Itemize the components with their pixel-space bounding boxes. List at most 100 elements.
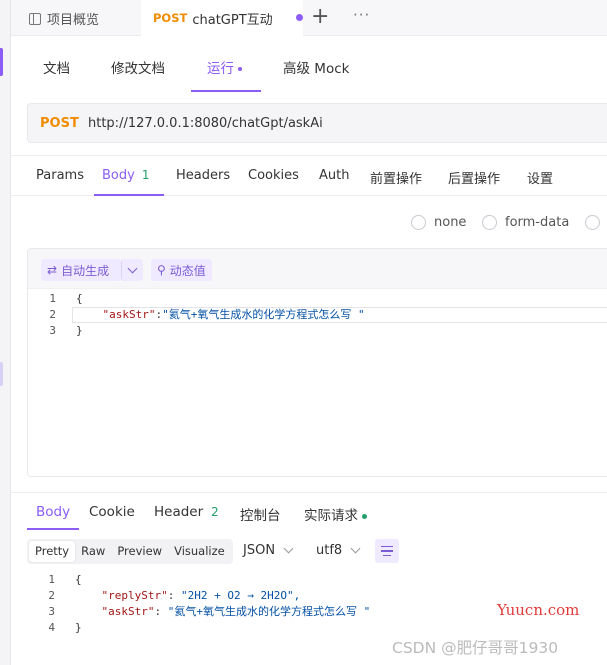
method-select[interactable]: POST <box>40 116 79 131</box>
subnav-edit-doc[interactable]: 修改文档 <box>111 57 165 77</box>
radio-label: none <box>434 215 467 230</box>
magic-wand-icon: ⚲ <box>157 263 166 277</box>
more-tabs-icon[interactable]: ··· <box>353 6 370 24</box>
editor-toolbar: ⇄ 自动生成 ⚲ 动态值 <box>28 249 607 289</box>
line-text: "replyStr": "2H2 + O2 → 2H2O", <box>75 588 301 604</box>
line-number: 1 <box>49 292 56 305</box>
view-visualize[interactable]: Visualize <box>168 541 231 562</box>
status-dot-icon <box>362 513 367 519</box>
tab-cookies[interactable]: Cookies <box>248 168 299 183</box>
line-text: } <box>75 620 82 636</box>
tab-settings[interactable]: 设置 <box>527 168 553 187</box>
view-pretty[interactable]: Pretty <box>29 541 76 562</box>
sidebar-active-marker <box>0 48 3 76</box>
top-tab-bar: 项目概览 POST chatGPT互动 + ··· <box>11 0 607 36</box>
radio-circle-icon <box>482 215 497 230</box>
subnav-run-label: 运行 <box>207 61 234 77</box>
radio-none[interactable]: none <box>411 215 466 230</box>
url-input[interactable]: http://127.0.0.1:8080/chatGpt/askAi <box>88 116 323 131</box>
wrap-lines-button[interactable] <box>375 539 399 563</box>
subnav-run[interactable]: 运行 <box>207 57 242 77</box>
line-number: 2 <box>49 308 56 321</box>
view-preview[interactable]: Preview <box>111 541 168 562</box>
tab-params[interactable]: Params <box>36 168 84 183</box>
code-punct: : <box>154 605 168 618</box>
subnav-doc[interactable]: 文档 <box>43 57 70 77</box>
body-type-options: none form-data <box>11 196 607 248</box>
res-tab-header[interactable]: Header 2 <box>154 504 219 520</box>
code-line: 1 { <box>27 572 607 588</box>
active-dot-icon <box>238 67 242 71</box>
auto-generate-dropdown[interactable] <box>121 259 143 281</box>
code-punct: } <box>76 324 83 337</box>
dynamic-value-button[interactable]: ⚲ 动态值 <box>151 259 212 281</box>
json-key: "askStr" <box>102 308 156 321</box>
tab-auth[interactable]: Auth <box>319 168 349 183</box>
add-tab-icon[interactable]: + <box>311 4 329 29</box>
radio-form-data[interactable]: form-data <box>482 215 569 230</box>
radio-circle-icon <box>411 215 426 230</box>
radio-next[interactable] <box>585 215 600 230</box>
res-tab-console[interactable]: 控制台 <box>240 504 281 524</box>
left-sidebar-edge <box>0 0 11 665</box>
body-count-badge: 1 <box>141 168 150 182</box>
code-punct: : <box>167 589 181 602</box>
chevron-down-icon <box>283 543 294 554</box>
line-text: { <box>75 572 82 588</box>
request-subnav: 文档 修改文档 运行 高级 Mock <box>11 36 607 92</box>
encoding-select[interactable]: utf8 <box>316 543 361 558</box>
code-line: 2 "askStr":"氦气+氧气生成水的化学方程式怎么写 " <box>28 307 607 323</box>
tab-label: chatGPT互动 <box>192 12 273 28</box>
response-format-bar: Pretty Raw Preview Visualize JSON utf8 <box>27 538 399 565</box>
encoding-value: utf8 <box>316 543 343 558</box>
tab-chatgpt-request[interactable]: POST chatGPT互动 <box>141 0 303 36</box>
line-text: "askStr": "氦气+氧气生成水的化学方程式怎么写 " <box>75 604 371 620</box>
json-key: "askStr" <box>101 605 155 618</box>
language-value: JSON <box>243 543 276 558</box>
dynamic-value-label: 动态值 <box>169 263 206 278</box>
wrap-icon <box>383 554 391 557</box>
view-mode-switch: Pretty Raw Preview Visualize <box>27 539 233 564</box>
json-value: "氦气+氧气生成水的化学方程式怎么写 " <box>167 605 371 618</box>
radio-circle-icon <box>585 215 600 230</box>
json-value: "氦气+氧气生成水的化学方程式怎么写 " <box>162 308 365 321</box>
auto-generate-label: 自动生成 <box>61 263 110 278</box>
tab-headers[interactable]: Headers <box>176 168 230 183</box>
res-tab-body[interactable]: Body <box>36 504 70 520</box>
url-bar[interactable]: POST http://127.0.0.1:8080/chatGpt/askAi <box>27 103 607 143</box>
chevron-down-icon <box>350 543 361 554</box>
res-tab-header-label: Header <box>154 504 204 520</box>
line-number: 3 <box>49 324 56 337</box>
sidebar-marker <box>0 362 3 386</box>
auto-generate-button[interactable]: ⇄ 自动生成 <box>41 259 121 281</box>
res-tab-actual-label: 实际请求 <box>304 508 358 524</box>
view-raw[interactable]: Raw <box>75 541 111 562</box>
res-tab-actual-request[interactable]: 实际请求 <box>304 504 367 524</box>
request-code[interactable]: 1 { 2 "askStr":"氦气+氧气生成水的化学方程式怎么写 " 3 } <box>28 291 607 339</box>
json-key: "replyStr" <box>101 589 168 602</box>
overview-icon <box>29 12 41 25</box>
res-tab-active-underline <box>27 528 79 530</box>
subnav-mock[interactable]: 高级 Mock <box>283 57 349 77</box>
tab-post-ops[interactable]: 后置操作 <box>448 168 500 187</box>
swap-icon: ⇄ <box>47 263 58 277</box>
json-value: "2H2 + O2 → 2H2O", <box>180 589 301 602</box>
tab-label: 项目概览 <box>47 13 100 28</box>
request-body-editor[interactable]: ⇄ 自动生成 ⚲ 动态值 1 { 2 "askStr":"氦气+氧气生成水的化学… <box>27 248 607 477</box>
unsaved-dot-icon <box>296 14 303 21</box>
language-select[interactable]: JSON <box>243 543 294 558</box>
tab-method-badge: POST <box>153 11 188 25</box>
line-number: 2 <box>48 589 55 602</box>
wrap-icon <box>381 550 393 552</box>
tab-body[interactable]: Body 1 <box>102 168 149 183</box>
subnav-active-underline <box>191 90 261 92</box>
res-tab-cookie[interactable]: Cookie <box>89 504 135 520</box>
line-text: "askStr":"氦气+氧气生成水的化学方程式怎么写 " <box>76 307 365 323</box>
wrap-icon <box>381 545 393 548</box>
tab-pre-ops[interactable]: 前置操作 <box>370 168 422 187</box>
site-watermark: Yuucn.com <box>497 601 580 619</box>
code-line: 4 } <box>27 620 607 636</box>
tab-project-overview[interactable]: 项目概览 <box>29 9 99 28</box>
